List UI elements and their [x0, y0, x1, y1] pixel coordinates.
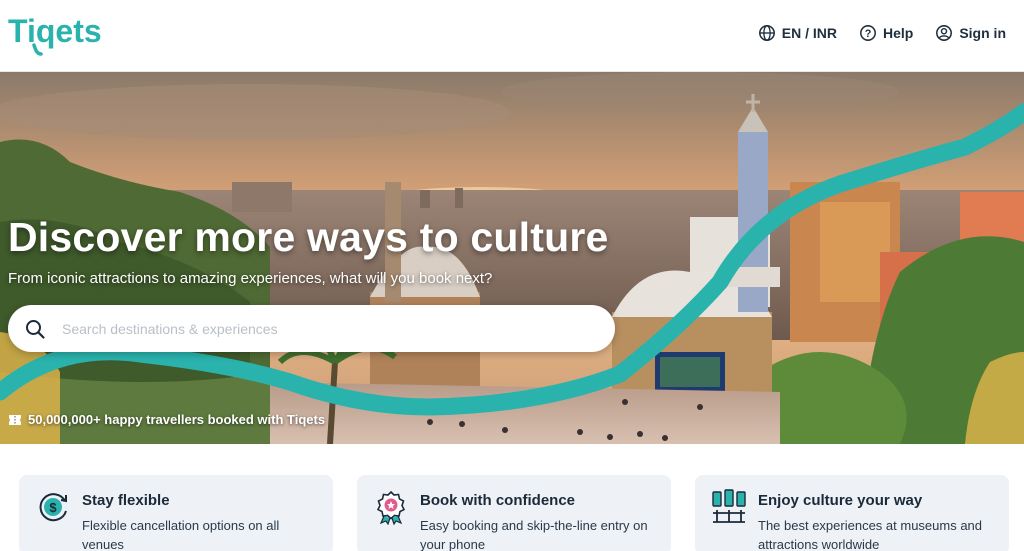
feature-text: Easy booking and skip-the-line entry on … [420, 518, 648, 551]
header-nav: EN / INR ? Help Sign in [758, 24, 1006, 42]
sign-in-link[interactable]: Sign in [935, 24, 1006, 42]
museum-exhibit-icon [712, 489, 746, 523]
feature-card-flexible: $ Stay flexible Flexible cancellation op… [19, 475, 333, 551]
help-circle-icon: ? [860, 25, 876, 41]
hero-title: Discover more ways to culture [8, 214, 609, 260]
sign-in-label: Sign in [959, 25, 1006, 41]
search-icon [26, 319, 45, 339]
site-header: Tiqets EN / INR ? Help Sign in [0, 0, 1024, 72]
travellers-text: 50,000,000+ happy travellers booked with… [28, 412, 326, 427]
search-input[interactable] [62, 320, 582, 337]
feature-card-confidence: Book with confidence Easy booking and sk… [357, 475, 671, 551]
help-label: Help [882, 25, 914, 41]
svg-text:$: $ [49, 500, 57, 515]
feature-title: Enjoy culture your way [758, 492, 923, 509]
language-currency-selector[interactable]: EN / INR [758, 24, 837, 42]
ticket-icon [9, 414, 21, 425]
feature-text: Flexible cancellation options on all ven… [82, 518, 280, 551]
feature-text: The best experiences at museums and attr… [758, 518, 983, 551]
features-section: $ Stay flexible Flexible cancellation op… [0, 444, 1024, 551]
refund-dollar-icon: $ [39, 493, 67, 522]
feature-card-culture: Enjoy culture your way The best experien… [695, 475, 1009, 551]
hero-banner: Discover more ways to culture From iconi… [0, 72, 1024, 444]
feature-title: Stay flexible [82, 492, 170, 509]
rosette-badge-icon [376, 490, 406, 525]
logo-text: Tiqets [8, 13, 102, 49]
user-icon [936, 25, 953, 41]
travellers-stat: 50,000,000+ happy travellers booked with… [8, 412, 325, 427]
svg-text:?: ? [865, 28, 872, 40]
help-link[interactable]: ? Help [859, 24, 913, 42]
tiqets-logo[interactable]: Tiqets [8, 10, 112, 56]
feature-title: Book with confidence [420, 492, 576, 509]
search-bar[interactable] [8, 305, 615, 352]
language-currency-label: EN / INR [781, 25, 837, 41]
globe-icon [758, 25, 775, 41]
hero-subtitle: From iconic attractions to amazing exper… [8, 270, 493, 287]
